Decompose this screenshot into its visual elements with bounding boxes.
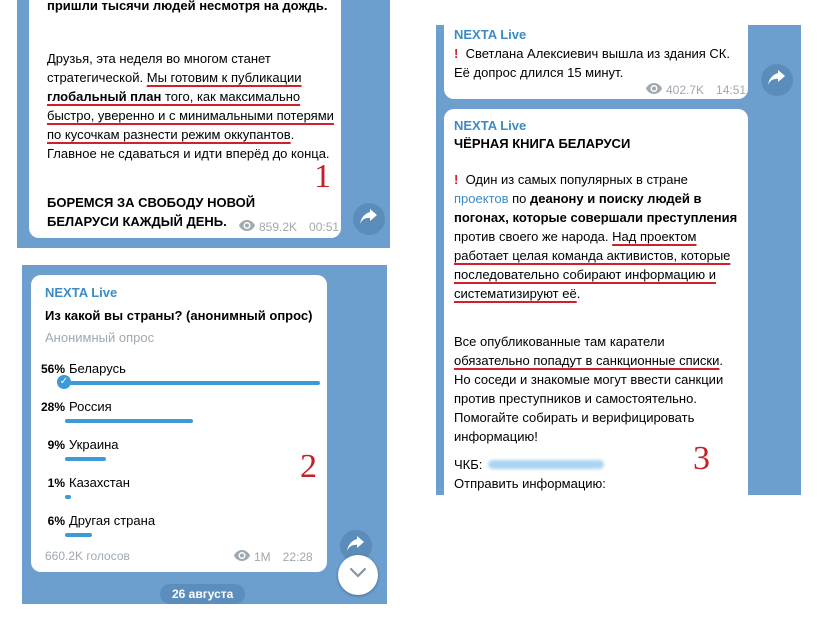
poll-percent: 9%: [47, 438, 65, 452]
poll-type: Анонимный опрос: [45, 330, 155, 345]
message-meta: 1M 22:28: [234, 548, 313, 567]
message-bubble: NEXTA Live ЧЁРНАЯ КНИГА БЕЛАРУСИ ! Один …: [444, 109, 748, 495]
views-count: 1M: [254, 550, 271, 564]
message-meta: 402.7K 14:51: [646, 81, 746, 100]
blurred-link: [488, 460, 605, 469]
channel-name[interactable]: NEXTA Live: [454, 25, 526, 44]
poll-percent: 6%: [47, 514, 65, 528]
message-paragraph: ! Один из самых популярных в стране прое…: [454, 170, 742, 303]
send-info-label: Отправить информацию:: [454, 476, 606, 491]
poll-bar: [65, 419, 193, 423]
text-span: Все опубликованные там каратели: [454, 334, 665, 349]
annotation-number: 2: [300, 448, 317, 485]
poll-option-label: Россия: [69, 399, 112, 414]
message-meta: 859.2K 00:51: [239, 218, 339, 237]
share-arrow-icon: [360, 208, 378, 231]
poll-bar: [65, 533, 92, 537]
chat-panel-2: NEXTA Live Из какой вы страны? (анонимны…: [22, 265, 387, 604]
channel-name[interactable]: NEXTA Live: [45, 283, 117, 302]
poll-option: 28% Россия: [33, 397, 303, 423]
ckb-label: ЧКБ:: [454, 457, 483, 472]
message-time: 22:28: [282, 550, 313, 564]
annotation-number: 3: [693, 440, 710, 477]
poll-option-label: Украина: [69, 437, 119, 452]
eye-icon: [646, 81, 662, 100]
poll-question: Из какой вы страны? (анонимный опрос): [45, 308, 313, 323]
text-span: по: [508, 191, 531, 206]
text-span: Один из самых популярных в стране: [465, 172, 688, 187]
share-arrow-icon: [768, 69, 786, 92]
eye-icon: [234, 548, 250, 567]
chat-panel-1: пришли тысячи людей несмотря на дождь. Д…: [17, 0, 390, 248]
text-span: .: [576, 286, 581, 301]
poll-option-label: Другая страна: [69, 513, 156, 528]
text-span: против своего же народа.: [454, 229, 613, 244]
poll-bar: [65, 381, 320, 385]
chevron-down-icon: [349, 566, 367, 584]
share-button[interactable]: [353, 203, 385, 235]
message-text: ! Светлана Алексиевич вышла из здания СК…: [454, 44, 734, 82]
message-time: 14:51: [716, 83, 747, 97]
poll-option: 6% Другая страна: [33, 511, 303, 537]
message-text-cut: пришли тысячи людей несмотря на дождь.: [47, 0, 328, 13]
message-bubble: NEXTA Live ! Светлана Алексиевич вышла и…: [444, 25, 748, 99]
message-title: ЧЁРНАЯ КНИГА БЕЛАРУСИ: [454, 136, 631, 151]
share-button[interactable]: [761, 64, 793, 96]
votes-count: 660.2K голосов: [45, 549, 130, 563]
highlighted-text: Мы готовим к публикации: [146, 70, 302, 85]
annotation-number: 1: [314, 158, 331, 195]
poll-option: 56% Беларусь ✓: [33, 359, 320, 389]
views-count: 859.2K: [259, 220, 298, 234]
date-separator: 26 августа: [160, 584, 246, 604]
views-count: 402.7K: [666, 83, 705, 97]
poll-option: 9% Украина: [33, 435, 303, 461]
highlighted-bold-text: глобальный план: [47, 89, 162, 104]
poll-option-label: Беларусь: [69, 361, 126, 376]
message-paragraph: Все опубликованные там каратели обязател…: [454, 332, 742, 446]
poll-option: 1% Казахстан: [33, 473, 303, 499]
red-exclamation-icon: !: [454, 172, 459, 187]
chat-panel-3: NEXTA Live ! Светлана Алексиевич вышла и…: [436, 25, 801, 495]
message-paragraph: Друзья, эта неделя во многом станет стра…: [47, 49, 335, 163]
channel-name[interactable]: NEXTA Live: [454, 116, 526, 135]
ckb-line: ЧКБ:: [454, 455, 605, 474]
poll-percent: 1%: [47, 476, 65, 490]
project-link[interactable]: проектов: [454, 191, 509, 206]
eye-icon: [239, 218, 255, 237]
poll-bar: [65, 457, 106, 461]
message-time: 00:51: [309, 220, 340, 234]
text-span: Светлана Алексиевич вышла из здания СК. …: [454, 46, 730, 80]
poll-option-label: Казахстан: [69, 475, 130, 490]
poll-percent: 28%: [40, 400, 65, 414]
highlighted-text: обязательно попадут в санкционные списки: [454, 353, 720, 368]
check-circle-icon: ✓: [57, 375, 71, 389]
scroll-down-button[interactable]: [338, 555, 378, 595]
poll-bubble: NEXTA Live Из какой вы страны? (анонимны…: [31, 275, 327, 572]
poll-bar: [65, 495, 71, 499]
message-bubble: пришли тысячи людей несмотря на дождь. Д…: [29, 0, 341, 238]
red-exclamation-icon: !: [454, 46, 459, 61]
